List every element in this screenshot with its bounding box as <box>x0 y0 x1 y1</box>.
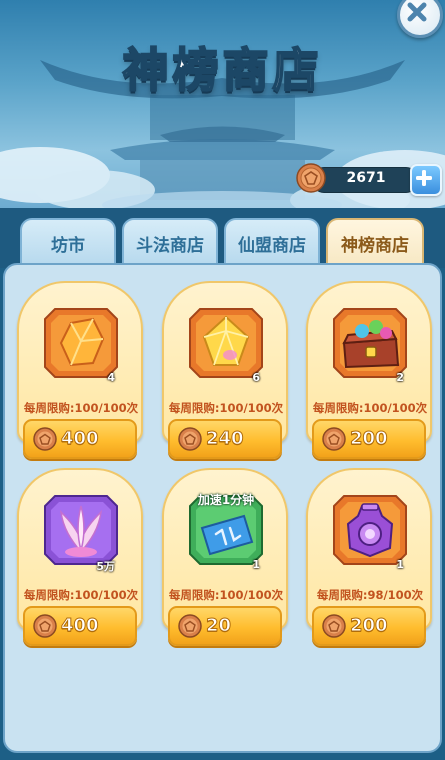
copper-coin-icon <box>322 614 346 638</box>
currency-amount: 2671 <box>346 170 386 186</box>
item-price: 200 <box>350 428 389 450</box>
tab-label: 坊市 <box>51 236 85 256</box>
copper-coin-icon <box>322 427 346 451</box>
copper-coin-icon <box>178 427 202 451</box>
item-price: 400 <box>61 615 100 637</box>
buy-button[interactable]: 400 <box>23 419 137 459</box>
purchase-limit: 每周限购:98/100次 <box>316 588 424 602</box>
item-price: 400 <box>61 428 100 450</box>
purchase-limit: 每周限购:100/100次 <box>168 401 284 415</box>
shop-item-card[interactable]: 4 每周限购:100/100次 400 <box>17 281 143 459</box>
copper-coin-icon <box>33 614 57 638</box>
currency-display: 2671 <box>296 163 442 196</box>
purchase-limit: 每周限购:100/100次 <box>168 588 284 602</box>
shop-item-card[interactable]: 5万 每周限购:100/100次 400 <box>17 468 143 646</box>
buy-button[interactable]: 200 <box>312 606 426 646</box>
tab-label: 神榜商店 <box>341 236 409 256</box>
plus-icon <box>416 170 432 186</box>
shop-item-card[interactable]: 2 每周限购:100/100次 200 <box>306 281 432 459</box>
item-overlay-label: 加速1分钟 <box>197 493 255 507</box>
buy-button[interactable]: 240 <box>168 419 282 459</box>
shop-header: 神榜商店 2671 <box>0 0 445 215</box>
tab-label: 仙盟商店 <box>238 236 306 256</box>
shop-item-card[interactable]: 6 每周限购:100/100次 240 <box>162 281 288 459</box>
tab-label: 斗法商店 <box>136 236 204 256</box>
item-quantity: 6 <box>252 371 260 384</box>
shop-item-card[interactable]: 1 每周限购:98/100次 200 <box>306 468 432 646</box>
item-quantity: 4 <box>107 371 115 384</box>
close-icon <box>407 2 427 22</box>
shop-items-panel: 4 每周限购:100/100次 400 6 每周限购:100/100次 240 … <box>3 263 442 753</box>
purchase-limit: 每周限购:100/100次 <box>23 588 139 602</box>
buy-button[interactable]: 20 <box>168 606 282 646</box>
copper-coin-icon <box>33 427 57 451</box>
shop-item-card[interactable]: 加速1分钟 1 每周限购:100/100次 20 <box>162 468 288 646</box>
copper-coin-icon <box>178 614 202 638</box>
page-title: 神榜商店 <box>122 42 323 98</box>
purchase-limit: 每周限购:100/100次 <box>312 401 428 415</box>
buy-button[interactable]: 200 <box>312 419 426 459</box>
purchase-limit: 每周限购:100/100次 <box>23 401 139 415</box>
item-quantity: 5万 <box>96 560 115 573</box>
add-currency-button[interactable] <box>410 164 442 196</box>
item-price: 240 <box>206 428 245 450</box>
item-quantity: 1 <box>252 558 260 571</box>
item-price: 20 <box>205 615 232 637</box>
item-quantity: 2 <box>396 371 404 384</box>
shop-tabs: 坊市 斗法商店 仙盟商店 神榜商店 <box>0 208 445 274</box>
copper-coin-icon <box>296 163 326 193</box>
item-quantity: 1 <box>396 558 404 571</box>
buy-button[interactable]: 400 <box>23 606 137 646</box>
item-price: 200 <box>350 615 389 637</box>
